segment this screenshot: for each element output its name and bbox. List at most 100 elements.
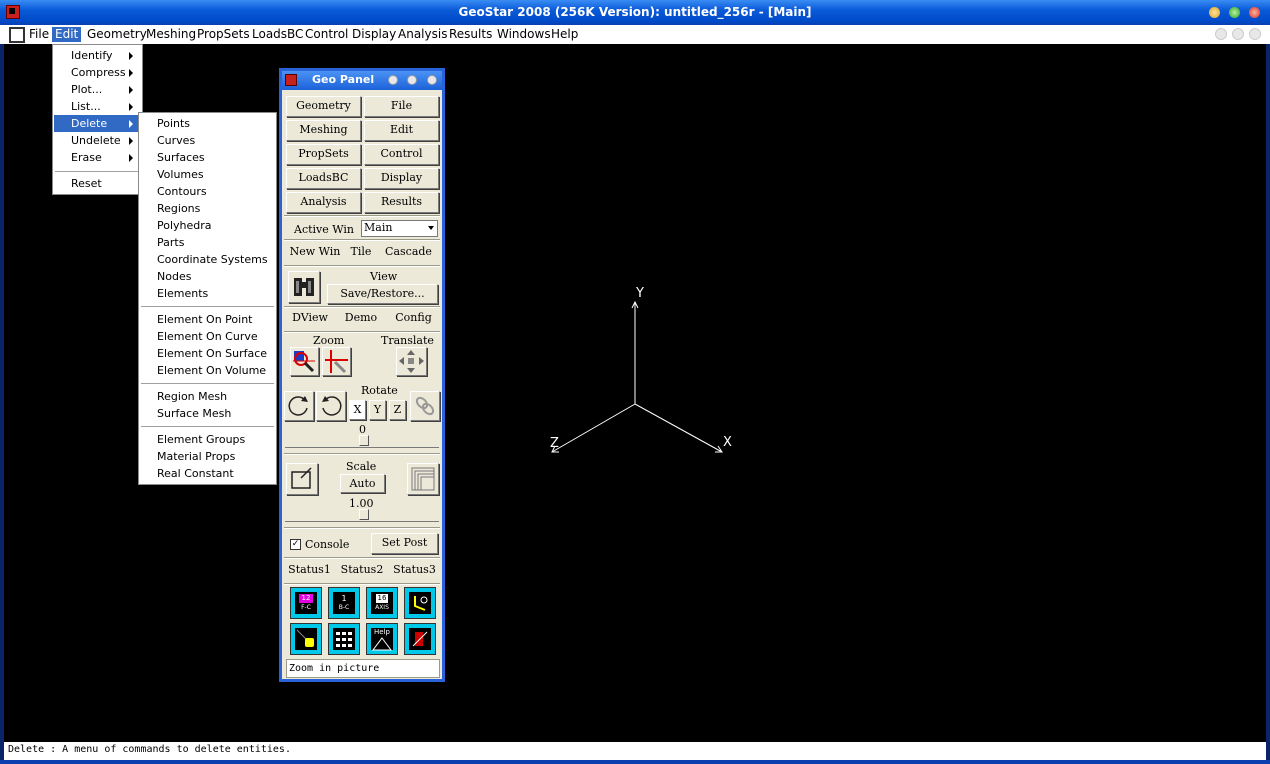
menu-display[interactable]: Display — [349, 27, 399, 42]
panel-display-button[interactable]: Display — [364, 168, 439, 189]
close-icon[interactable] — [1249, 7, 1260, 18]
demo-button[interactable]: Demo — [335, 309, 387, 329]
delete-coordinate-systems[interactable]: Coordinate Systems — [140, 251, 275, 268]
minimize-icon[interactable] — [1209, 7, 1220, 18]
select-tool-button[interactable] — [290, 623, 322, 655]
delete-element-on-volume[interactable]: Element On Volume — [140, 362, 275, 379]
child-minimize-icon[interactable] — [1215, 28, 1227, 40]
edit-menu-compress[interactable]: Compress — [54, 64, 141, 81]
maximize-icon[interactable] — [1229, 7, 1240, 18]
fc-tool-caption: F-C — [301, 604, 311, 611]
delete-volumes[interactable]: Volumes — [140, 166, 275, 183]
menu-control[interactable]: Control — [302, 27, 351, 42]
delete-real-constant[interactable]: Real Constant — [140, 465, 275, 482]
scale-slider[interactable] — [285, 509, 439, 522]
panel-close-icon[interactable] — [427, 75, 437, 85]
delete-points[interactable]: Points — [140, 115, 275, 132]
status3-button[interactable]: Status3 — [389, 561, 440, 581]
delete-elements[interactable]: Elements — [140, 285, 275, 302]
save-restore-button[interactable]: Save/Restore... — [327, 284, 438, 304]
scale-reset-button[interactable] — [407, 463, 439, 495]
status2-button[interactable]: Status2 — [337, 561, 387, 581]
rotate-cw-button[interactable] — [316, 391, 346, 421]
edit-menu-delete[interactable]: Delete — [54, 115, 141, 132]
edit-menu-erase[interactable]: Erase — [54, 149, 141, 166]
view-binoculars-button[interactable] — [288, 271, 320, 303]
edit-menu-plot[interactable]: Plot... — [54, 81, 141, 98]
edit-menu-identify[interactable]: Identify — [54, 47, 141, 64]
delete-curves[interactable]: Curves — [140, 132, 275, 149]
delete-element-groups[interactable]: Element Groups — [140, 431, 275, 448]
panel-edit-button[interactable]: Edit — [364, 120, 439, 141]
delete-contours[interactable]: Contours — [140, 183, 275, 200]
panel-file-button[interactable]: File — [364, 96, 439, 117]
panel-maximize-icon[interactable] — [407, 75, 417, 85]
delete-element-on-curve[interactable]: Element On Curve — [140, 328, 275, 345]
probe-tool-button[interactable] — [404, 587, 436, 619]
delete-element-on-surface[interactable]: Element On Surface — [140, 345, 275, 362]
child-restore-icon[interactable] — [1232, 28, 1244, 40]
fc-tool-button[interactable]: 12 F-C — [290, 587, 322, 619]
zoom-in-button[interactable] — [290, 347, 319, 376]
axis-z-button[interactable]: Z — [389, 400, 406, 420]
geo-panel-titlebar[interactable]: Geo Panel — [282, 71, 442, 90]
menu-windows[interactable]: Windows — [494, 27, 554, 42]
child-close-icon[interactable] — [1249, 28, 1261, 40]
delete-surface-mesh[interactable]: Surface Mesh — [140, 405, 275, 422]
delete-region-mesh[interactable]: Region Mesh — [140, 388, 275, 405]
translate-button[interactable] — [396, 347, 427, 376]
menu-propsets[interactable]: PropSets — [194, 27, 253, 42]
delete-nodes[interactable]: Nodes — [140, 268, 275, 285]
delete-parts[interactable]: Parts — [140, 234, 275, 251]
zoom-window-button[interactable] — [322, 347, 351, 376]
rotate-ccw-button[interactable] — [284, 391, 314, 421]
menu-meshing[interactable]: Meshing — [143, 27, 199, 42]
panel-control-button[interactable]: Control — [364, 144, 439, 165]
scale-fit-button[interactable] — [286, 463, 318, 495]
scale-auto-button[interactable]: Auto — [340, 474, 385, 493]
edit-menu-list[interactable]: List... — [54, 98, 141, 115]
panel-meshing-button[interactable]: Meshing — [286, 120, 361, 141]
console-checkbox[interactable]: ✓ — [290, 539, 301, 550]
panel-analysis-button[interactable]: Analysis — [286, 192, 361, 213]
edit-menu-undelete[interactable]: Undelete — [54, 132, 141, 149]
tile-button[interactable]: Tile — [345, 243, 377, 263]
new-win-button[interactable]: New Win — [286, 243, 344, 263]
menu-loadsbc[interactable]: LoadsBC — [249, 27, 306, 42]
menu-edit[interactable]: Edit — [52, 27, 82, 42]
axis-y-button[interactable]: Y — [369, 400, 386, 420]
list-tool-button[interactable] — [328, 623, 360, 655]
delete-polyhedra[interactable]: Polyhedra — [140, 217, 275, 234]
config-button[interactable]: Config — [388, 309, 439, 329]
document-icon[interactable] — [9, 27, 25, 43]
axis-x-button[interactable]: X — [349, 400, 366, 420]
menu-geometry[interactable]: Geometry — [84, 27, 150, 42]
menu-file[interactable]: File — [26, 27, 52, 42]
delete-surfaces[interactable]: Surfaces — [140, 149, 275, 166]
delete-regions[interactable]: Regions — [140, 200, 275, 217]
rotate-link-button[interactable] — [410, 391, 440, 421]
dview-button[interactable]: DView — [286, 309, 334, 329]
axis-tool-button[interactable]: 16 AXIS — [366, 587, 398, 619]
menu-help[interactable]: Help — [548, 27, 581, 42]
menu-results[interactable]: Results — [446, 27, 495, 42]
panel-loadsbc-button[interactable]: LoadsBC — [286, 168, 361, 189]
menu-analysis[interactable]: Analysis — [395, 27, 450, 42]
panel-results-button[interactable]: Results — [364, 192, 439, 213]
rotate-slider-thumb[interactable] — [359, 435, 369, 446]
rotate-slider[interactable] — [285, 435, 439, 448]
edit-menu-reset[interactable]: Reset — [54, 175, 141, 192]
set-post-button[interactable]: Set Post — [371, 533, 438, 554]
scale-slider-thumb[interactable] — [359, 509, 369, 520]
active-win-select[interactable]: Main — [361, 220, 438, 237]
delete-material-props[interactable]: Material Props — [140, 448, 275, 465]
exit-tool-button[interactable] — [404, 623, 436, 655]
status1-button[interactable]: Status1 — [284, 561, 335, 581]
bc-tool-button[interactable]: 1 B-C — [328, 587, 360, 619]
panel-geometry-button[interactable]: Geometry — [286, 96, 361, 117]
cascade-button[interactable]: Cascade — [378, 243, 439, 263]
panel-propsets-button[interactable]: PropSets — [286, 144, 361, 165]
help-tool-button[interactable]: Help — [366, 623, 398, 655]
panel-minimize-icon[interactable] — [388, 75, 398, 85]
delete-element-on-point[interactable]: Element On Point — [140, 311, 275, 328]
